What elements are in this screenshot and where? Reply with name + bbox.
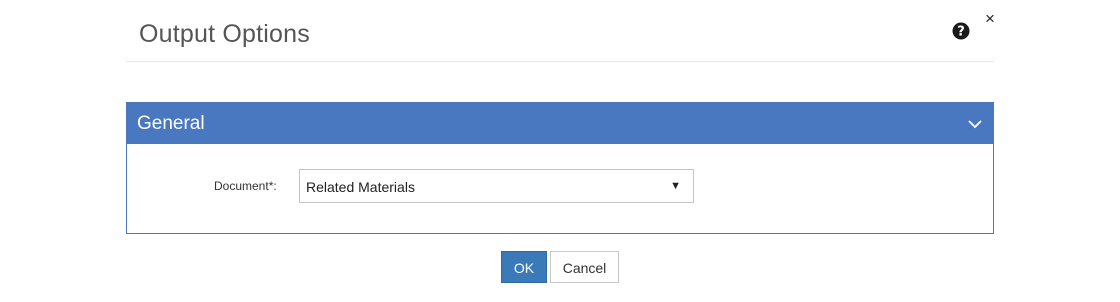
close-icon[interactable]: × [983, 10, 997, 27]
document-select[interactable]: Related Materials ▼ [299, 169, 694, 203]
help-icon[interactable]: ? [952, 22, 970, 40]
general-panel-header[interactable]: General [127, 103, 993, 144]
ok-button[interactable]: OK [501, 251, 547, 283]
document-field-label: Document*: [214, 179, 277, 193]
header-divider [126, 61, 994, 62]
output-options-dialog: Output Options ? × General Document*: Re… [0, 0, 1120, 302]
dropdown-arrow-icon: ▼ [670, 180, 681, 192]
chevron-down-icon[interactable] [967, 117, 983, 129]
dialog-title: Output Options [139, 20, 310, 48]
panel-title: General [137, 113, 205, 134]
cancel-button[interactable]: Cancel [550, 251, 619, 283]
svg-text:?: ? [957, 25, 965, 40]
general-panel: General Document*: Related Materials ▼ [126, 102, 994, 234]
question-circle-icon: ? [952, 22, 970, 40]
document-select-value: Related Materials [306, 179, 415, 195]
